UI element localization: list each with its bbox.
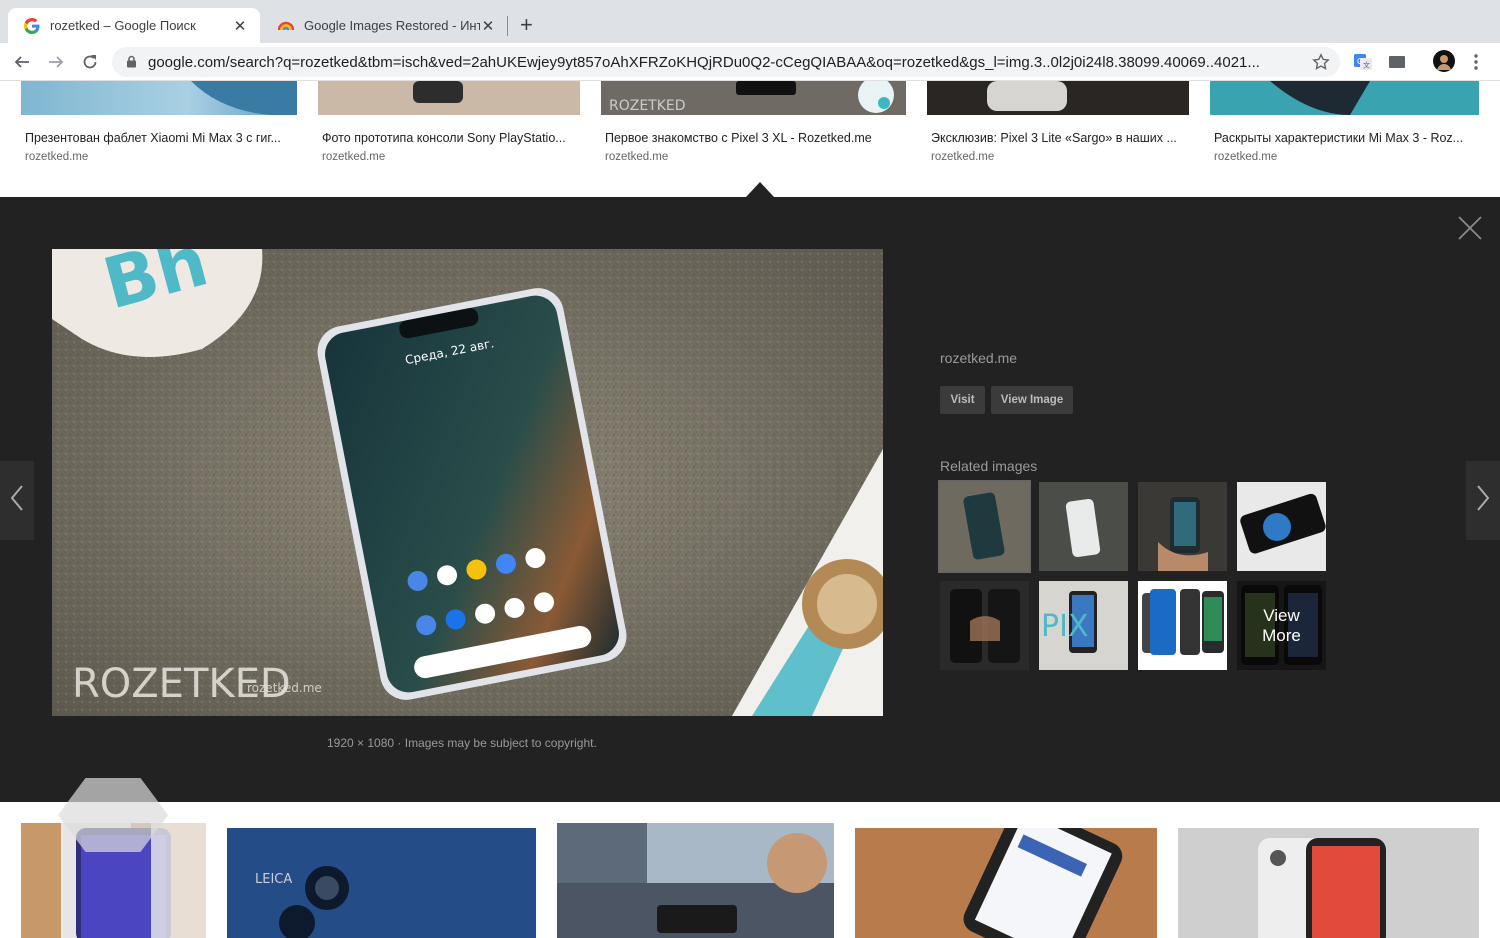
- rainbow-extension-icon: [278, 18, 294, 34]
- result-thumbnail[interactable]: [557, 823, 834, 938]
- main-preview-image[interactable]: Bh Среда, 22 авг. ROZETKED rozetked.me: [52, 249, 883, 716]
- related-images-heading: Related images: [940, 458, 1038, 474]
- next-image-button[interactable]: [1466, 461, 1500, 540]
- image-viewer-panel: Bh Среда, 22 авг. ROZETKED rozetked.me 1…: [0, 197, 1500, 802]
- image-meta: 1920 × 1080 · Images may be subject to c…: [327, 736, 597, 750]
- result-thumbnail[interactable]: [21, 81, 297, 115]
- related-image[interactable]: [1237, 482, 1326, 571]
- result-caption[interactable]: Эксклюзив: Pixel 3 Lite «Sargo» в наших …: [931, 131, 1177, 145]
- result-thumbnail[interactable]: [1178, 828, 1479, 938]
- url-text: google.com/search?q=rozetked&tbm=isch&ve…: [148, 54, 1260, 71]
- tab-close-icon[interactable]: ✕: [480, 17, 496, 35]
- result-source: rozetked.me: [1214, 151, 1278, 163]
- svg-text:LEICA: LEICA: [255, 872, 292, 887]
- svg-text:文: 文: [1363, 61, 1370, 70]
- result-source: rozetked.me: [931, 151, 995, 163]
- view-more-link[interactable]: View More: [1237, 581, 1326, 670]
- tab-google-images-restored[interactable]: Google Images Restored - Инт ✕: [262, 8, 508, 43]
- result-thumbnail[interactable]: [855, 828, 1157, 938]
- result-thumbnail[interactable]: ROZETKED: [601, 81, 906, 115]
- result-caption[interactable]: Фото прототипа консоли Sony PlayStatio..…: [322, 131, 566, 145]
- tab-title: Google Images Restored - Инт: [304, 18, 480, 33]
- result-thumbnail[interactable]: [1210, 81, 1479, 115]
- svg-text:PIX: PIX: [1041, 609, 1089, 644]
- back-arrow-icon[interactable]: [12, 52, 32, 72]
- result-thumbnail[interactable]: [927, 81, 1189, 115]
- reload-icon[interactable]: [80, 52, 100, 72]
- tab-title: rozetked – Google Поиск: [50, 18, 196, 33]
- related-image[interactable]: View More: [1237, 581, 1326, 670]
- result-source: rozetked.me: [322, 151, 386, 163]
- google-g-icon: [24, 17, 40, 34]
- visit-button[interactable]: Visit: [940, 386, 985, 414]
- kebab-menu-icon[interactable]: [1470, 52, 1482, 77]
- source-site[interactable]: rozetked.me: [940, 350, 1017, 366]
- result-caption[interactable]: Раскрыты характеристики Mi Max 3 - Roz..…: [1214, 131, 1463, 145]
- google-translate-extension-icon[interactable]: G文: [1353, 52, 1373, 77]
- tab-google-search[interactable]: rozetked – Google Поиск ✕: [8, 8, 260, 43]
- related-image[interactable]: [1138, 581, 1227, 670]
- tab-close-icon[interactable]: ✕: [232, 17, 248, 35]
- new-tab-button[interactable]: +: [520, 14, 533, 36]
- profile-avatar[interactable]: [1433, 50, 1455, 77]
- chevron-left-icon: [10, 484, 24, 517]
- previous-image-button[interactable]: [0, 461, 34, 540]
- close-icon[interactable]: [1458, 216, 1482, 240]
- related-image[interactable]: [1138, 482, 1227, 571]
- related-image[interactable]: [1039, 482, 1128, 571]
- related-image[interactable]: [940, 581, 1029, 670]
- svg-text:ROZETKED: ROZETKED: [609, 98, 686, 114]
- result-source: rozetked.me: [605, 151, 669, 163]
- tab-strip: rozetked – Google Поиск ✕ Google Images …: [0, 0, 1500, 43]
- result-thumbnail[interactable]: [318, 81, 580, 115]
- address-bar[interactable]: google.com/search?q=rozetked&tbm=isch&ve…: [112, 47, 1340, 77]
- results-row-top: ROZETKED Презентован фаблет Xiaomi Mi Ma…: [0, 81, 1500, 197]
- view-image-button[interactable]: View Image: [991, 386, 1073, 414]
- result-thumbnail[interactable]: LEICA: [227, 828, 536, 938]
- cast-extension-icon[interactable]: [1387, 52, 1407, 77]
- browser-toolbar: google.com/search?q=rozetked&tbm=isch&ve…: [0, 43, 1500, 81]
- image-watermark-sub: rozetked.me: [247, 681, 322, 695]
- result-caption[interactable]: Презентован фаблет Xiaomi Mi Max 3 с гиг…: [25, 131, 281, 145]
- selection-pointer: [746, 182, 774, 197]
- forward-arrow-icon[interactable]: [46, 52, 66, 72]
- tab-separator: [507, 16, 508, 36]
- related-image[interactable]: PIX: [1039, 581, 1128, 670]
- result-source: rozetked.me: [25, 151, 89, 163]
- related-image[interactable]: [938, 480, 1031, 573]
- lock-icon: [126, 55, 137, 73]
- bookmark-star-icon[interactable]: [1312, 53, 1330, 76]
- chevron-right-icon: [1476, 484, 1490, 517]
- results-row-bottom: LEICA: [0, 778, 1500, 938]
- result-caption[interactable]: Первое знакомство с Pixel 3 XL - Rozetke…: [605, 131, 872, 145]
